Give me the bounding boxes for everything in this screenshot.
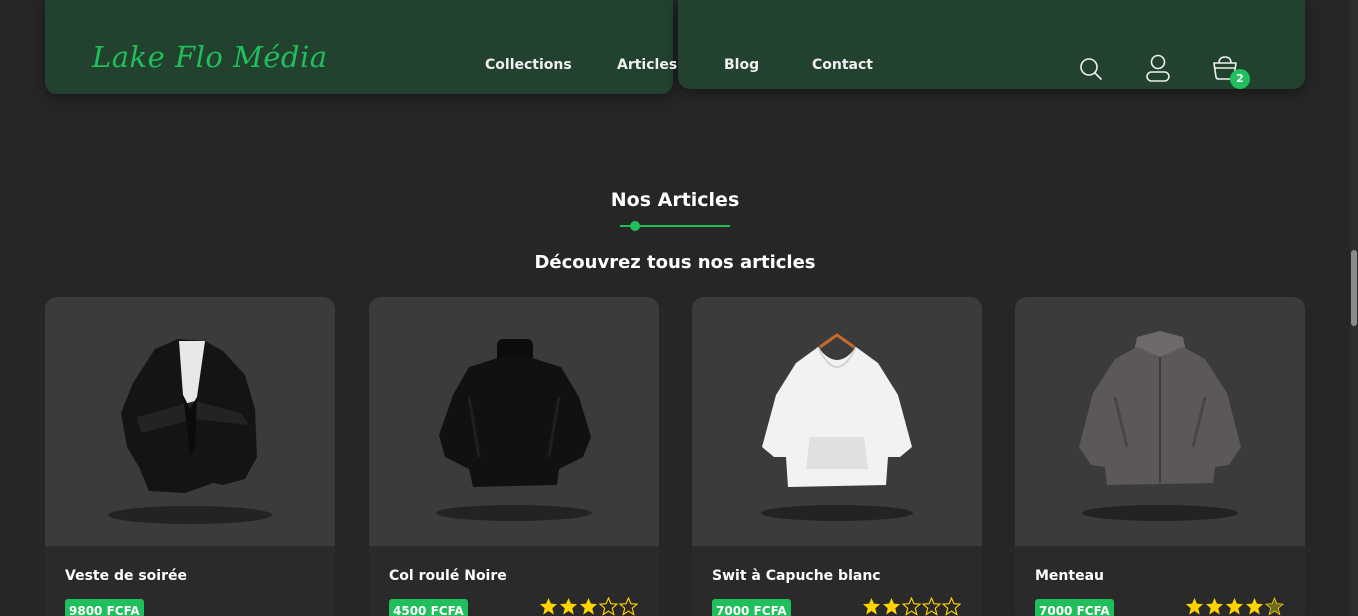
rating-stars	[539, 597, 638, 616]
product-name[interactable]: Col roulé Noire	[389, 568, 507, 584]
star-dim-icon	[1265, 597, 1284, 616]
section-subtitle: Découvrez tous nos articles	[534, 252, 816, 273]
product-card[interactable]: Col roulé Noire 4500 FCFA	[369, 297, 659, 616]
page-scrollbar-thumb[interactable]	[1351, 250, 1357, 326]
star-empty-icon	[599, 597, 618, 616]
brand-logo[interactable]: Lake Flo Média	[92, 40, 328, 74]
cart-count-badge: 2	[1230, 69, 1250, 89]
star-filled-icon	[1185, 597, 1204, 615]
product-image-blazer[interactable]	[45, 297, 335, 546]
star-empty-icon	[922, 597, 941, 616]
nav-link-articles[interactable]: Articles	[617, 57, 677, 73]
product-image-jacket[interactable]	[1015, 297, 1305, 546]
title-underline-dot	[630, 221, 640, 231]
star-filled-icon	[579, 597, 598, 615]
section-title: Nos Articles	[610, 189, 740, 211]
star-filled-icon	[539, 597, 558, 615]
product-card[interactable]: Swit à Capuche blanc 7000 FCFA	[692, 297, 982, 616]
nav-link-collections[interactable]: Collections	[485, 57, 572, 73]
product-image-hoodie[interactable]	[692, 297, 982, 546]
product-name[interactable]: Veste de soirée	[65, 568, 187, 584]
star-empty-icon	[619, 597, 638, 616]
star-filled-icon	[559, 597, 578, 615]
rating-stars	[1185, 597, 1284, 616]
rating-stars	[862, 597, 961, 616]
product-card[interactable]: Menteau 7000 FCFA	[1015, 297, 1305, 616]
product-name[interactable]: Swit à Capuche blanc	[712, 568, 881, 584]
star-filled-icon	[1245, 597, 1264, 615]
product-card[interactable]: Veste de soirée 9800 FCFA	[45, 297, 335, 616]
product-price: 7000 FCFA	[1035, 599, 1114, 616]
product-price: 7000 FCFA	[712, 599, 791, 616]
star-empty-icon	[902, 597, 921, 616]
star-filled-icon	[1225, 597, 1244, 615]
product-price: 9800 FCFA	[65, 599, 144, 616]
star-empty-icon	[942, 597, 961, 616]
product-image-turtleneck[interactable]	[369, 297, 659, 546]
product-price: 4500 FCFA	[389, 599, 468, 616]
nav-link-blog[interactable]: Blog	[724, 57, 759, 73]
star-filled-icon	[1205, 597, 1224, 615]
star-filled-icon	[882, 597, 901, 615]
product-name[interactable]: Menteau	[1035, 568, 1104, 584]
star-filled-icon	[862, 597, 881, 615]
nav-link-contact[interactable]: Contact	[812, 57, 873, 73]
search-icon[interactable]	[1079, 57, 1103, 81]
user-icon[interactable]	[1145, 54, 1171, 84]
